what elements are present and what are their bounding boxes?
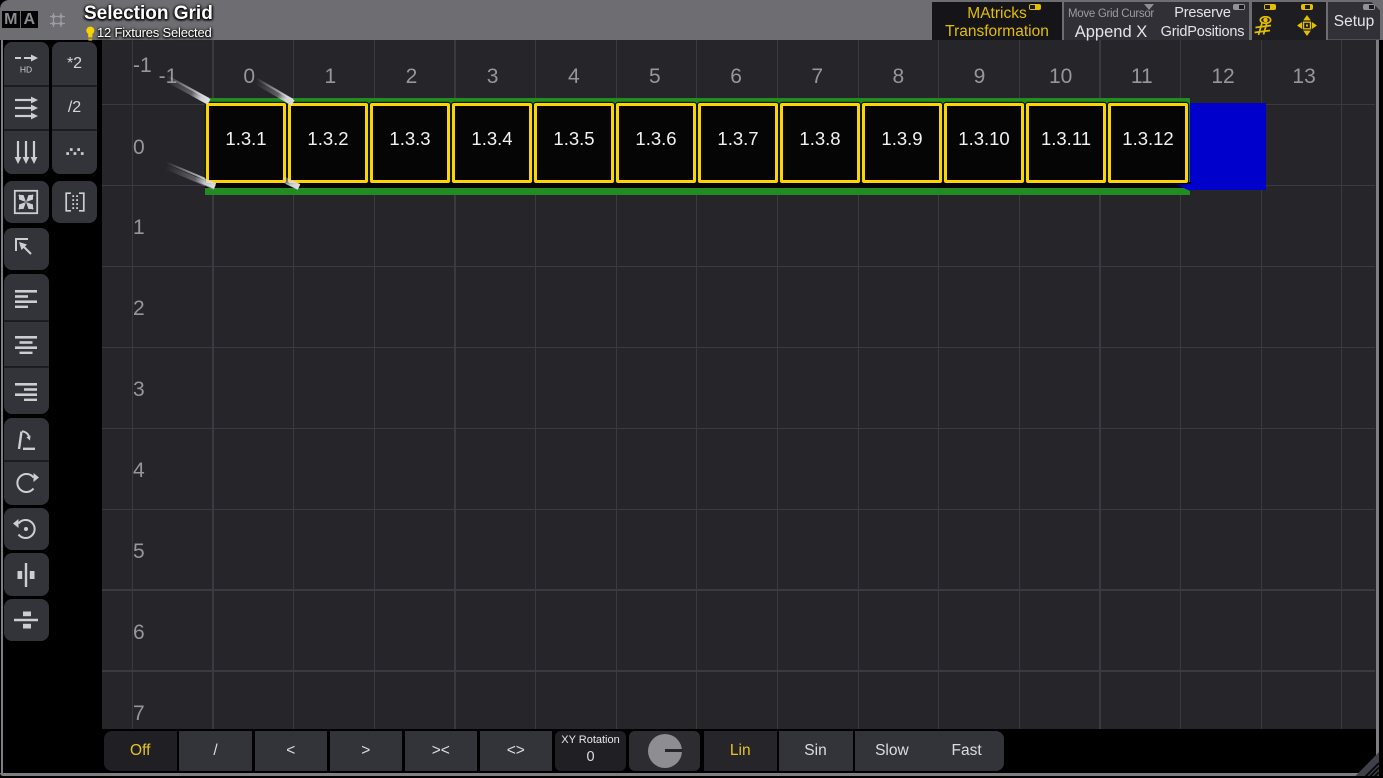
svg-text:HD: HD	[20, 64, 32, 74]
